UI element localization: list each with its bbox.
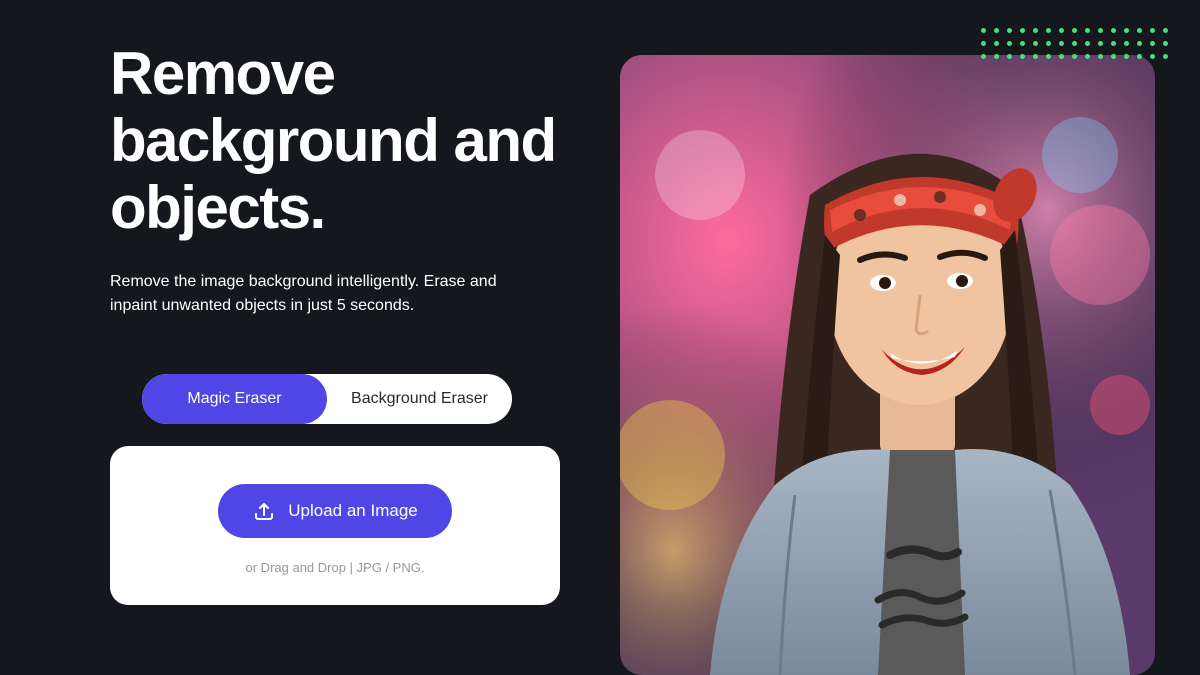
page-subheadline: Remove the image background intelligentl…: [110, 270, 510, 320]
hero-sample-image: [620, 55, 1155, 675]
upload-icon: [252, 499, 276, 523]
upload-button-label: Upload an Image: [288, 501, 417, 521]
upload-button[interactable]: Upload an Image: [218, 484, 451, 538]
decorative-dot-grid: [981, 28, 1168, 59]
drag-drop-hint: or Drag and Drop | JPG / PNG.: [246, 560, 425, 575]
tab-background-eraser[interactable]: Background Eraser: [327, 374, 512, 424]
page-headline: Remove background and objects.: [110, 40, 560, 242]
upload-card[interactable]: Upload an Image or Drag and Drop | JPG /…: [110, 446, 560, 605]
tab-magic-eraser[interactable]: Magic Eraser: [142, 374, 327, 424]
mode-toggle: Magic Eraser Background Eraser: [142, 374, 512, 424]
